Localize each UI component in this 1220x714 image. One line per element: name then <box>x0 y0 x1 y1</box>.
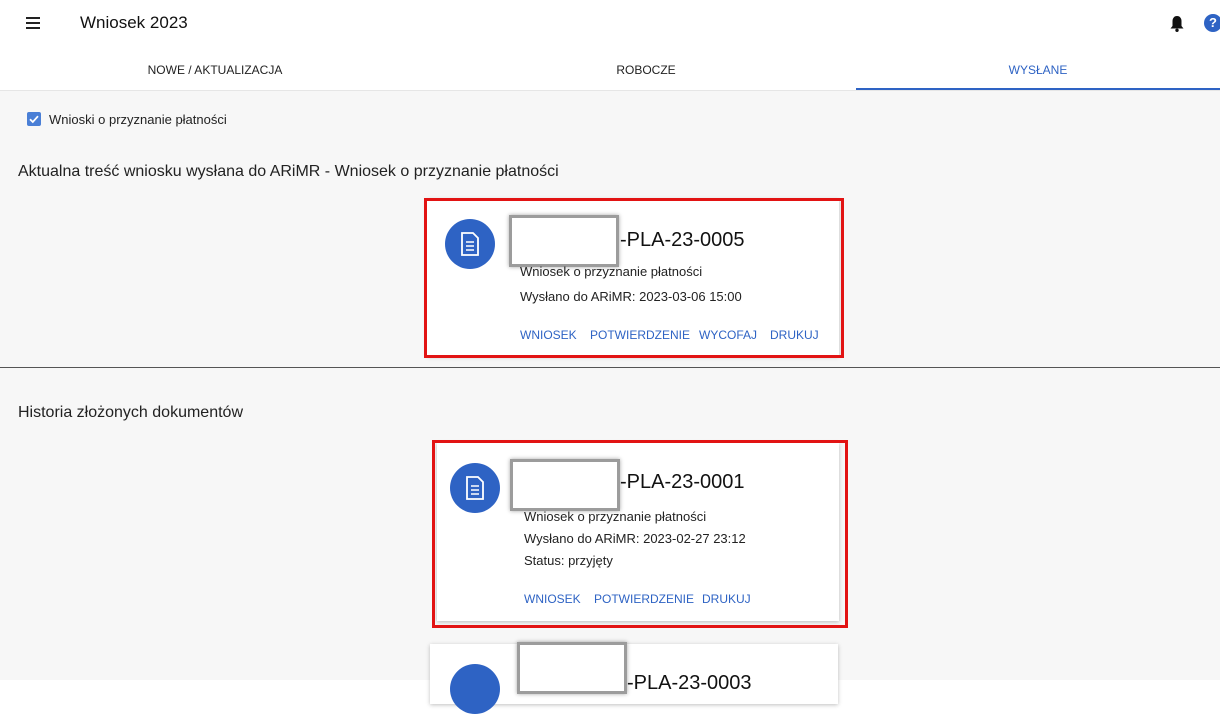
tab-robocze[interactable]: ROBOCZE <box>464 50 828 90</box>
filter-checkbox[interactable] <box>27 112 41 126</box>
document-sent-date: Wysłano do ARiMR: 2023-03-06 15:00 <box>520 289 742 304</box>
current-section-title: Aktualna treść wniosku wysłana do ARiMR … <box>18 163 559 180</box>
wniosek-button[interactable]: WNIOSEK <box>520 328 577 342</box>
current-document-card[interactable]: -PLA-23-0005 Wniosek o przyznanie płatno… <box>427 199 839 356</box>
tab-wyslane[interactable]: WYSŁANE <box>856 50 1220 90</box>
menu-icon[interactable] <box>26 17 40 29</box>
document-type: Wniosek o przyznanie płatności <box>520 264 703 279</box>
document-icon <box>445 219 495 269</box>
document-status: Status: przyjęty <box>524 553 613 568</box>
top-app-bar: Wniosek 2023 ? <box>0 0 1220 50</box>
history-section-title: Historia złożonych dokumentów <box>18 404 243 421</box>
history-document-card[interactable]: -PLA-23-0001 Wniosek o przyznanie płatno… <box>437 443 839 621</box>
redacted-id-prefix <box>509 215 619 267</box>
history-document-card[interactable]: -PLA-23-0003 <box>430 642 838 714</box>
filter-label: Wnioski o przyznanie płatności <box>49 112 227 127</box>
wycofaj-button[interactable]: WYCOFAJ <box>699 328 757 342</box>
redacted-id-prefix <box>517 642 627 694</box>
document-type: Wniosek o przyznanie płatności <box>524 509 707 524</box>
main-content: Wnioski o przyznanie płatności Aktualna … <box>0 91 1220 714</box>
help-icon[interactable]: ? <box>1204 14 1220 32</box>
drukuj-button[interactable]: DRUKUJ <box>702 592 751 606</box>
drukuj-button[interactable]: DRUKUJ <box>770 328 819 342</box>
document-number: -PLA-23-0005 <box>620 229 745 251</box>
section-divider <box>0 367 1220 368</box>
potwierdzenie-button[interactable]: POTWIERDZENIE <box>590 328 690 342</box>
potwierdzenie-button[interactable]: POTWIERDZENIE <box>594 592 694 606</box>
document-icon <box>450 463 500 513</box>
tab-bar: NOWE / AKTUALIZACJA ROBOCZE WYSŁANE <box>0 50 1220 91</box>
redacted-id-prefix <box>510 459 620 511</box>
wniosek-button[interactable]: WNIOSEK <box>524 592 581 606</box>
document-number: -PLA-23-0001 <box>620 471 745 493</box>
app-title: Wniosek 2023 <box>80 13 188 32</box>
bell-icon[interactable] <box>1170 16 1184 32</box>
document-sent-date: Wysłano do ARiMR: 2023-02-27 23:12 <box>524 531 746 546</box>
tab-nowe-aktualizacja[interactable]: NOWE / AKTUALIZACJA <box>33 50 397 90</box>
active-tab-indicator <box>856 88 1220 90</box>
document-icon <box>450 664 500 714</box>
document-number: -PLA-23-0003 <box>627 672 752 694</box>
